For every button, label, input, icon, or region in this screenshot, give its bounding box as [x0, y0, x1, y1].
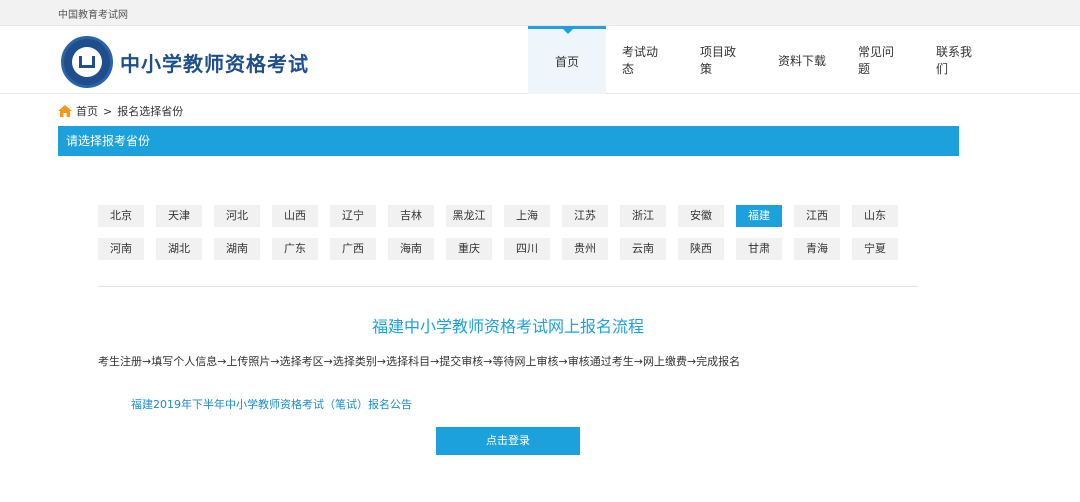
main-nav: 首页 考试动态 项目政策 资料下载 常见问题 联系我们 — [528, 26, 998, 94]
province-button[interactable]: 江西 — [794, 205, 840, 227]
province-button[interactable]: 云南 — [620, 238, 666, 260]
province-row: 河南 湖北 湖南 广东 广西 海南 重庆 四川 贵州 云南 陕西 甘肃 青海 宁夏 — [98, 238, 918, 260]
top-bar: 中国教育考试网 — [0, 0, 1080, 26]
book-icon — [79, 56, 95, 68]
divider — [98, 286, 918, 287]
breadcrumb-separator: > — [103, 104, 113, 118]
nav-item-policy[interactable]: 项目政策 — [684, 26, 762, 94]
nav-item-home[interactable]: 首页 — [528, 26, 606, 94]
province-button[interactable]: 山西 — [272, 205, 318, 227]
province-button[interactable]: 上海 — [504, 205, 550, 227]
breadcrumb-home-link[interactable]: 首页 — [76, 103, 98, 119]
notice-link[interactable]: 福建2019年下半年中小学教师资格考试（笔试）报名公告 — [131, 396, 412, 412]
province-button[interactable]: 四川 — [504, 238, 550, 260]
province-button[interactable]: 江苏 — [562, 205, 608, 227]
province-button[interactable]: 海南 — [388, 238, 434, 260]
province-row: 北京 天津 河北 山西 辽宁 吉林 黑龙江 上海 江苏 浙江 安徽 福建 江西 山东 — [98, 205, 918, 227]
site-title[interactable]: 中小学教师资格考试 — [120, 48, 309, 77]
nav-item-contact[interactable]: 联系我们 — [920, 26, 998, 94]
home-icon — [58, 105, 72, 117]
province-button[interactable]: 辽宁 — [330, 205, 376, 227]
province-button[interactable]: 宁夏 — [852, 238, 898, 260]
nav-item-downloads[interactable]: 资料下载 — [762, 26, 842, 94]
flow-steps: 考生注册→填写个人信息→上传照片→选择考区→选择类别→选择科目→提交审核→等待网… — [98, 355, 741, 368]
province-button[interactable]: 黑龙江 — [446, 205, 492, 227]
breadcrumb: 首页 > 报名选择省份 — [58, 103, 183, 119]
province-button[interactable]: 重庆 — [446, 238, 492, 260]
province-button[interactable]: 北京 — [98, 205, 144, 227]
province-button[interactable]: 青海 — [794, 238, 840, 260]
province-button[interactable]: 福建 — [736, 205, 782, 227]
province-button[interactable]: 广东 — [272, 238, 318, 260]
section-banner: 请选择报考省份 — [58, 126, 959, 156]
site-logo-icon[interactable] — [61, 36, 113, 88]
province-button[interactable]: 天津 — [156, 205, 202, 227]
province-grid: 北京 天津 河北 山西 辽宁 吉林 黑龙江 上海 江苏 浙江 安徽 福建 江西 山东 河南 湖北 湖南 广东 广西… — [98, 205, 918, 271]
logo-inner — [72, 47, 102, 77]
breadcrumb-current: 报名选择省份 — [117, 105, 184, 118]
province-button[interactable]: 浙江 — [620, 205, 666, 227]
province-button[interactable]: 安徽 — [678, 205, 724, 227]
province-button[interactable]: 甘肃 — [736, 238, 782, 260]
nav-item-faq[interactable]: 常见问题 — [842, 26, 920, 94]
login-button[interactable]: 点击登录 — [436, 427, 580, 455]
province-button[interactable]: 湖北 — [156, 238, 202, 260]
province-button[interactable]: 湖南 — [214, 238, 260, 260]
province-button[interactable]: 陕西 — [678, 238, 724, 260]
flow-title: 福建中小学教师资格考试网上报名流程 — [371, 317, 644, 336]
province-button[interactable]: 吉林 — [388, 205, 434, 227]
top-bar-site-name[interactable]: 中国教育考试网 — [58, 6, 128, 21]
province-button[interactable]: 贵州 — [562, 238, 608, 260]
province-button[interactable]: 广西 — [330, 238, 376, 260]
header: 中小学教师资格考试 首页 考试动态 项目政策 资料下载 常见问题 联系我们 — [0, 26, 1080, 94]
province-button[interactable]: 河北 — [214, 205, 260, 227]
province-button[interactable]: 山东 — [852, 205, 898, 227]
province-button[interactable]: 河南 — [98, 238, 144, 260]
nav-item-exam-news[interactable]: 考试动态 — [606, 26, 684, 94]
